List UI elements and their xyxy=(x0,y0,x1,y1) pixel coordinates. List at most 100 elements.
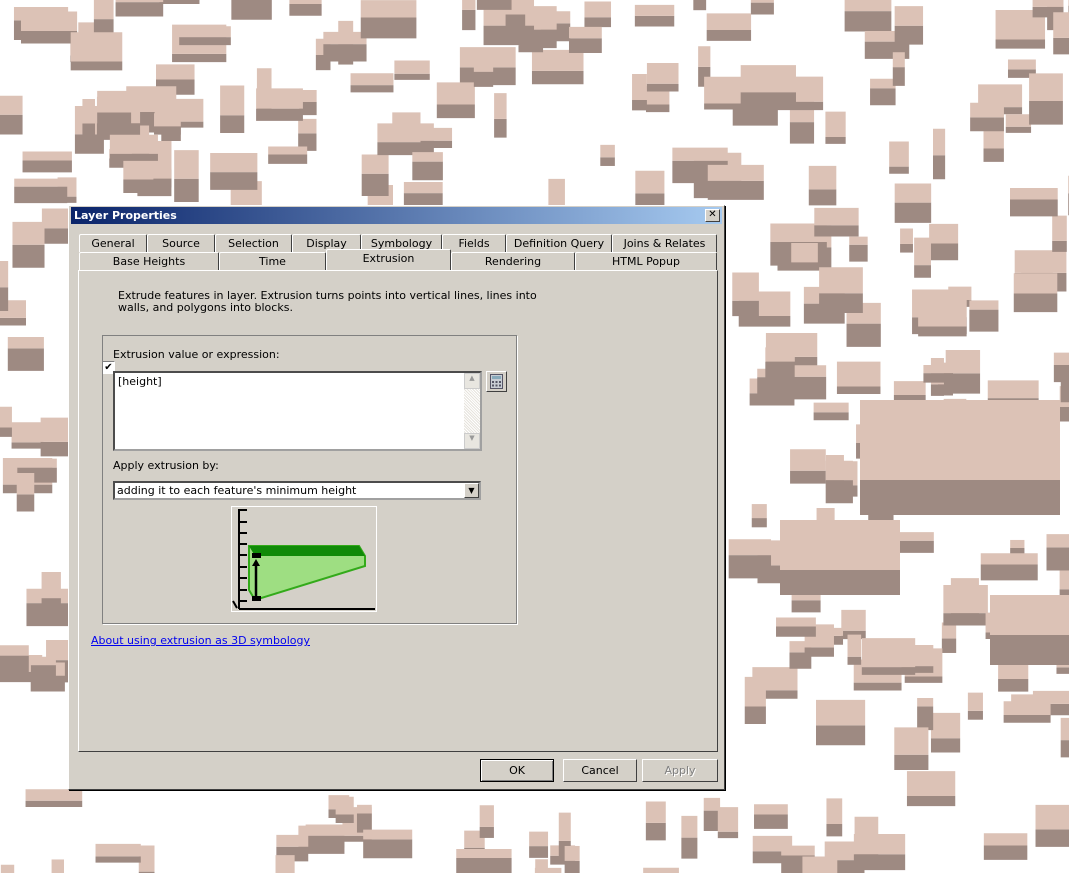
help-link[interactable]: About using extrusion as 3D symbology xyxy=(91,634,310,647)
building xyxy=(847,634,862,665)
building xyxy=(706,13,752,41)
building xyxy=(932,128,946,180)
tab-source[interactable]: Source xyxy=(147,234,215,252)
building xyxy=(632,73,647,111)
building xyxy=(473,59,494,87)
building xyxy=(728,539,772,579)
building xyxy=(210,152,258,190)
building xyxy=(802,856,838,873)
title-bar: Layer Properties ✕ xyxy=(71,207,722,224)
building xyxy=(531,49,584,85)
building xyxy=(82,99,95,146)
building xyxy=(462,0,476,31)
building xyxy=(174,150,199,202)
layer-properties-dialog: Layer Properties ✕ General Source Select… xyxy=(68,205,725,790)
building xyxy=(476,0,512,10)
tab-rendering[interactable]: Rendering xyxy=(451,252,575,270)
building xyxy=(25,789,83,808)
building xyxy=(564,845,580,873)
building xyxy=(707,164,764,200)
chevron-down-icon[interactable]: ▼ xyxy=(464,483,479,498)
building xyxy=(0,406,12,437)
building xyxy=(967,692,983,720)
apply-extrusion-dropdown[interactable]: adding it to each feature's minimum heig… xyxy=(113,481,481,500)
building xyxy=(179,26,231,46)
tab-selection[interactable]: Selection xyxy=(215,234,292,252)
building xyxy=(289,0,322,16)
extrusion-group: Extrusion value or expression: [height] … xyxy=(102,335,517,624)
building xyxy=(298,118,317,151)
building xyxy=(0,261,9,311)
building xyxy=(894,183,932,223)
dropdown-value: adding it to each feature's minimum heig… xyxy=(117,484,357,497)
ok-button[interactable]: OK xyxy=(480,759,554,782)
building xyxy=(825,460,853,504)
building xyxy=(231,0,272,20)
apply-button[interactable]: Apply xyxy=(642,759,718,782)
tab-extrusion[interactable]: Extrusion xyxy=(326,249,451,270)
building xyxy=(335,796,354,823)
building xyxy=(744,676,766,725)
building xyxy=(97,90,132,125)
tab-general[interactable]: General xyxy=(79,234,147,252)
building xyxy=(929,223,959,261)
apply-label: Apply extrusion by: xyxy=(113,459,219,472)
building xyxy=(914,237,931,278)
building xyxy=(456,849,512,873)
cancel-button[interactable]: Cancel xyxy=(563,759,637,782)
tab-fields[interactable]: Fields xyxy=(442,234,506,252)
building xyxy=(918,317,967,337)
building xyxy=(815,699,866,746)
building xyxy=(693,0,707,11)
building xyxy=(813,402,849,421)
building xyxy=(16,472,35,512)
building xyxy=(584,1,612,28)
building xyxy=(645,801,666,841)
tab-time[interactable]: Time xyxy=(219,252,326,270)
close-icon[interactable]: ✕ xyxy=(705,209,720,222)
building xyxy=(943,584,988,626)
building xyxy=(363,829,413,859)
building xyxy=(900,228,913,253)
building xyxy=(436,82,475,119)
expression-textarea[interactable]: [height] ▲ ▼ xyxy=(113,371,482,451)
calculator-icon[interactable] xyxy=(486,371,507,392)
building xyxy=(860,400,1060,515)
building xyxy=(420,127,453,148)
building xyxy=(751,504,767,528)
tab-joins-relates[interactable]: Joins & Relates xyxy=(612,234,717,252)
building xyxy=(980,553,1038,581)
building xyxy=(717,807,739,839)
building xyxy=(765,347,795,383)
building xyxy=(703,797,721,832)
building xyxy=(892,52,905,86)
building xyxy=(826,798,843,837)
building xyxy=(7,337,44,371)
building xyxy=(969,300,999,332)
building xyxy=(12,221,45,268)
building xyxy=(894,727,929,771)
building xyxy=(412,152,443,181)
scroll-up-icon[interactable]: ▲ xyxy=(464,373,480,389)
tab-base-heights[interactable]: Base Heights xyxy=(79,252,219,270)
building xyxy=(870,78,896,106)
building xyxy=(808,165,837,206)
building xyxy=(754,804,788,829)
building xyxy=(360,0,417,39)
scroll-down-icon[interactable]: ▼ xyxy=(464,433,480,449)
building xyxy=(568,26,602,53)
building xyxy=(0,95,23,135)
building xyxy=(41,572,61,615)
tab-html-popup[interactable]: HTML Popup xyxy=(575,252,717,270)
tab-definition-query[interactable]: Definition Query xyxy=(506,234,612,252)
building xyxy=(1059,566,1069,599)
building xyxy=(825,111,846,144)
building xyxy=(1053,12,1069,55)
building xyxy=(14,178,68,204)
building xyxy=(889,141,909,174)
building xyxy=(1013,273,1058,313)
extrusion-diagram xyxy=(231,506,377,612)
building xyxy=(95,843,141,863)
building xyxy=(394,60,430,80)
scrollbar[interactable]: ▲ ▼ xyxy=(464,373,480,449)
